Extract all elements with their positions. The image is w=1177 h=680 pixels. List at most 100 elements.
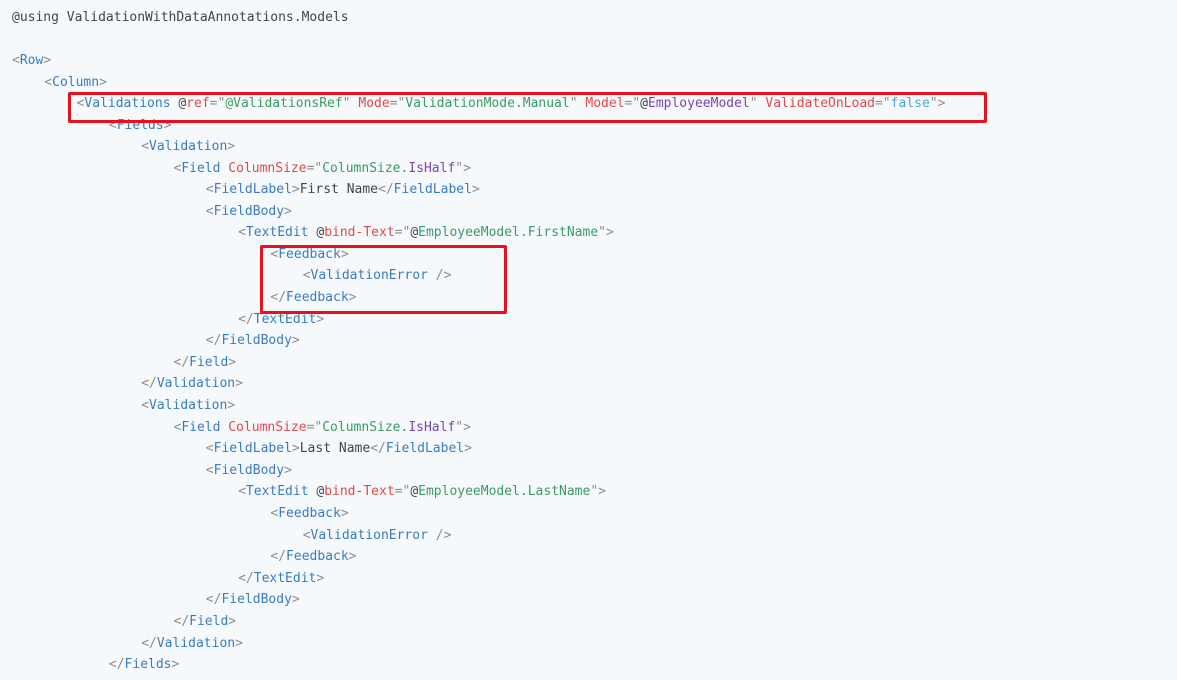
code-token: Field — [189, 614, 229, 629]
code-token: Validation — [156, 636, 236, 651]
code-line: <FieldBody> — [206, 461, 292, 481]
code-line: <FieldBody> — [206, 202, 292, 222]
code-token: </ — [141, 636, 157, 651]
code-line: </FieldBody> — [206, 590, 300, 610]
code-line: <Validation> — [141, 137, 235, 157]
code-token: "> — [929, 96, 946, 111]
code-token: " — [749, 96, 758, 111]
code-token: ValidationMode.Manual — [405, 96, 570, 111]
code-line: <FieldLabel>Last Name</FieldLabel> — [206, 439, 472, 459]
code-token: =" — [394, 225, 411, 240]
code-token: > — [163, 118, 172, 133]
code-token: =" — [306, 420, 323, 435]
code-token: =" — [394, 484, 411, 499]
code-token: "> — [455, 420, 471, 435]
code-line: </FieldBody> — [206, 331, 300, 351]
code-token: bind-Text — [324, 484, 395, 499]
code-line: </TextEdit> — [238, 310, 324, 330]
code-token: ValidateOnLoad — [765, 96, 875, 111]
code-token: > — [471, 182, 480, 197]
code-token: @ — [410, 225, 419, 240]
code-token: FieldBody — [213, 204, 285, 219]
code-token: > — [348, 290, 357, 305]
code-token: " — [342, 96, 351, 111]
code-token: ValidationError — [310, 528, 428, 543]
code-line: @using ValidationWithDataAnnotations.Mod… — [12, 8, 349, 28]
code-token: FieldLabel — [213, 182, 292, 197]
code-token: FieldLabel — [393, 182, 472, 197]
code-token: TextEdit — [245, 484, 309, 499]
code-token: "> — [455, 161, 471, 176]
code-token: Validation — [149, 139, 228, 154]
code-token: > — [316, 571, 325, 586]
code-token: ColumnSize — [228, 161, 307, 176]
code-token: > — [291, 182, 300, 197]
code-token: =" — [624, 96, 641, 111]
code-token: </ — [205, 333, 222, 348]
code-token: </ — [205, 592, 222, 607]
code-token: ValidationError — [310, 268, 428, 283]
code-token: > — [227, 139, 236, 154]
code-token: </ — [173, 355, 190, 370]
code-token: > — [171, 657, 180, 672]
code-line: <Fields> — [109, 116, 172, 136]
code-token: =" — [874, 96, 891, 111]
code-token: TextEdit — [253, 312, 317, 327]
code-snippet: @using ValidationWithDataAnnotations.Mod… — [0, 0, 1177, 680]
code-token: > — [291, 592, 300, 607]
code-token: < — [205, 463, 214, 478]
code-line: <FieldLabel>First Name</FieldLabel> — [206, 180, 480, 200]
code-token: "> — [598, 225, 614, 240]
code-token: @using ValidationWithDataAnnotations.Mod… — [12, 10, 349, 25]
code-token: Field — [181, 420, 221, 435]
code-token: Validation — [156, 376, 236, 391]
code-line: </TextEdit> — [238, 569, 324, 589]
code-token: > — [235, 636, 243, 651]
code-line: </Field> — [174, 353, 237, 373]
code-token: Feedback — [286, 290, 349, 305]
code-line: <Feedback> — [270, 245, 348, 265]
code-token: > — [316, 312, 325, 327]
code-token: Validation — [149, 398, 228, 413]
code-token: " — [569, 96, 578, 111]
code-token: TextEdit — [253, 571, 317, 586]
code-token: @ — [410, 484, 419, 499]
code-token: FieldBody — [221, 592, 292, 607]
code-token: EmployeeModel.FirstName — [418, 225, 599, 240]
code-token: < — [141, 139, 150, 154]
code-token: </ — [238, 312, 254, 327]
code-token: < — [302, 268, 311, 283]
code-line: </Validation> — [141, 634, 243, 654]
code-token: Row — [19, 53, 44, 68]
code-line: <TextEdit @bind-Text="@EmployeeModel.Las… — [238, 482, 606, 502]
code-token: ref — [186, 96, 210, 111]
code-token: Field — [181, 161, 221, 176]
code-token: </ — [108, 657, 125, 672]
code-token: < — [108, 118, 117, 133]
code-token: </ — [378, 182, 394, 197]
code-token: Feedback — [286, 549, 349, 564]
code-token: @ — [640, 96, 648, 111]
code-token: "> — [590, 484, 606, 499]
code-token: FieldBody — [221, 333, 292, 348]
code-line: </Feedback> — [270, 547, 356, 567]
code-token: ColumnSize. — [322, 420, 409, 435]
code-token: < — [238, 225, 246, 240]
code-token: =" — [306, 161, 323, 176]
code-token: Feedback — [278, 247, 341, 262]
code-token: > — [228, 614, 237, 629]
code-token: Last Name — [299, 441, 371, 456]
code-token: > — [228, 355, 237, 370]
code-token: </ — [270, 549, 287, 564]
code-token: </ — [238, 571, 254, 586]
code-token: Validations — [84, 96, 171, 111]
code-line: </Feedback> — [270, 288, 356, 308]
code-token: @ — [308, 484, 325, 499]
code-token: @ — [308, 225, 325, 240]
code-line: <Validations @ref="@ValidationsRef" Mode… — [77, 94, 946, 114]
code-line: <Field ColumnSize="ColumnSize.IsHalf"> — [174, 418, 471, 438]
code-token: Feedback — [278, 506, 341, 521]
code-token: > — [43, 53, 52, 68]
code-line: <Row> — [12, 51, 51, 71]
code-token: > — [348, 549, 357, 564]
